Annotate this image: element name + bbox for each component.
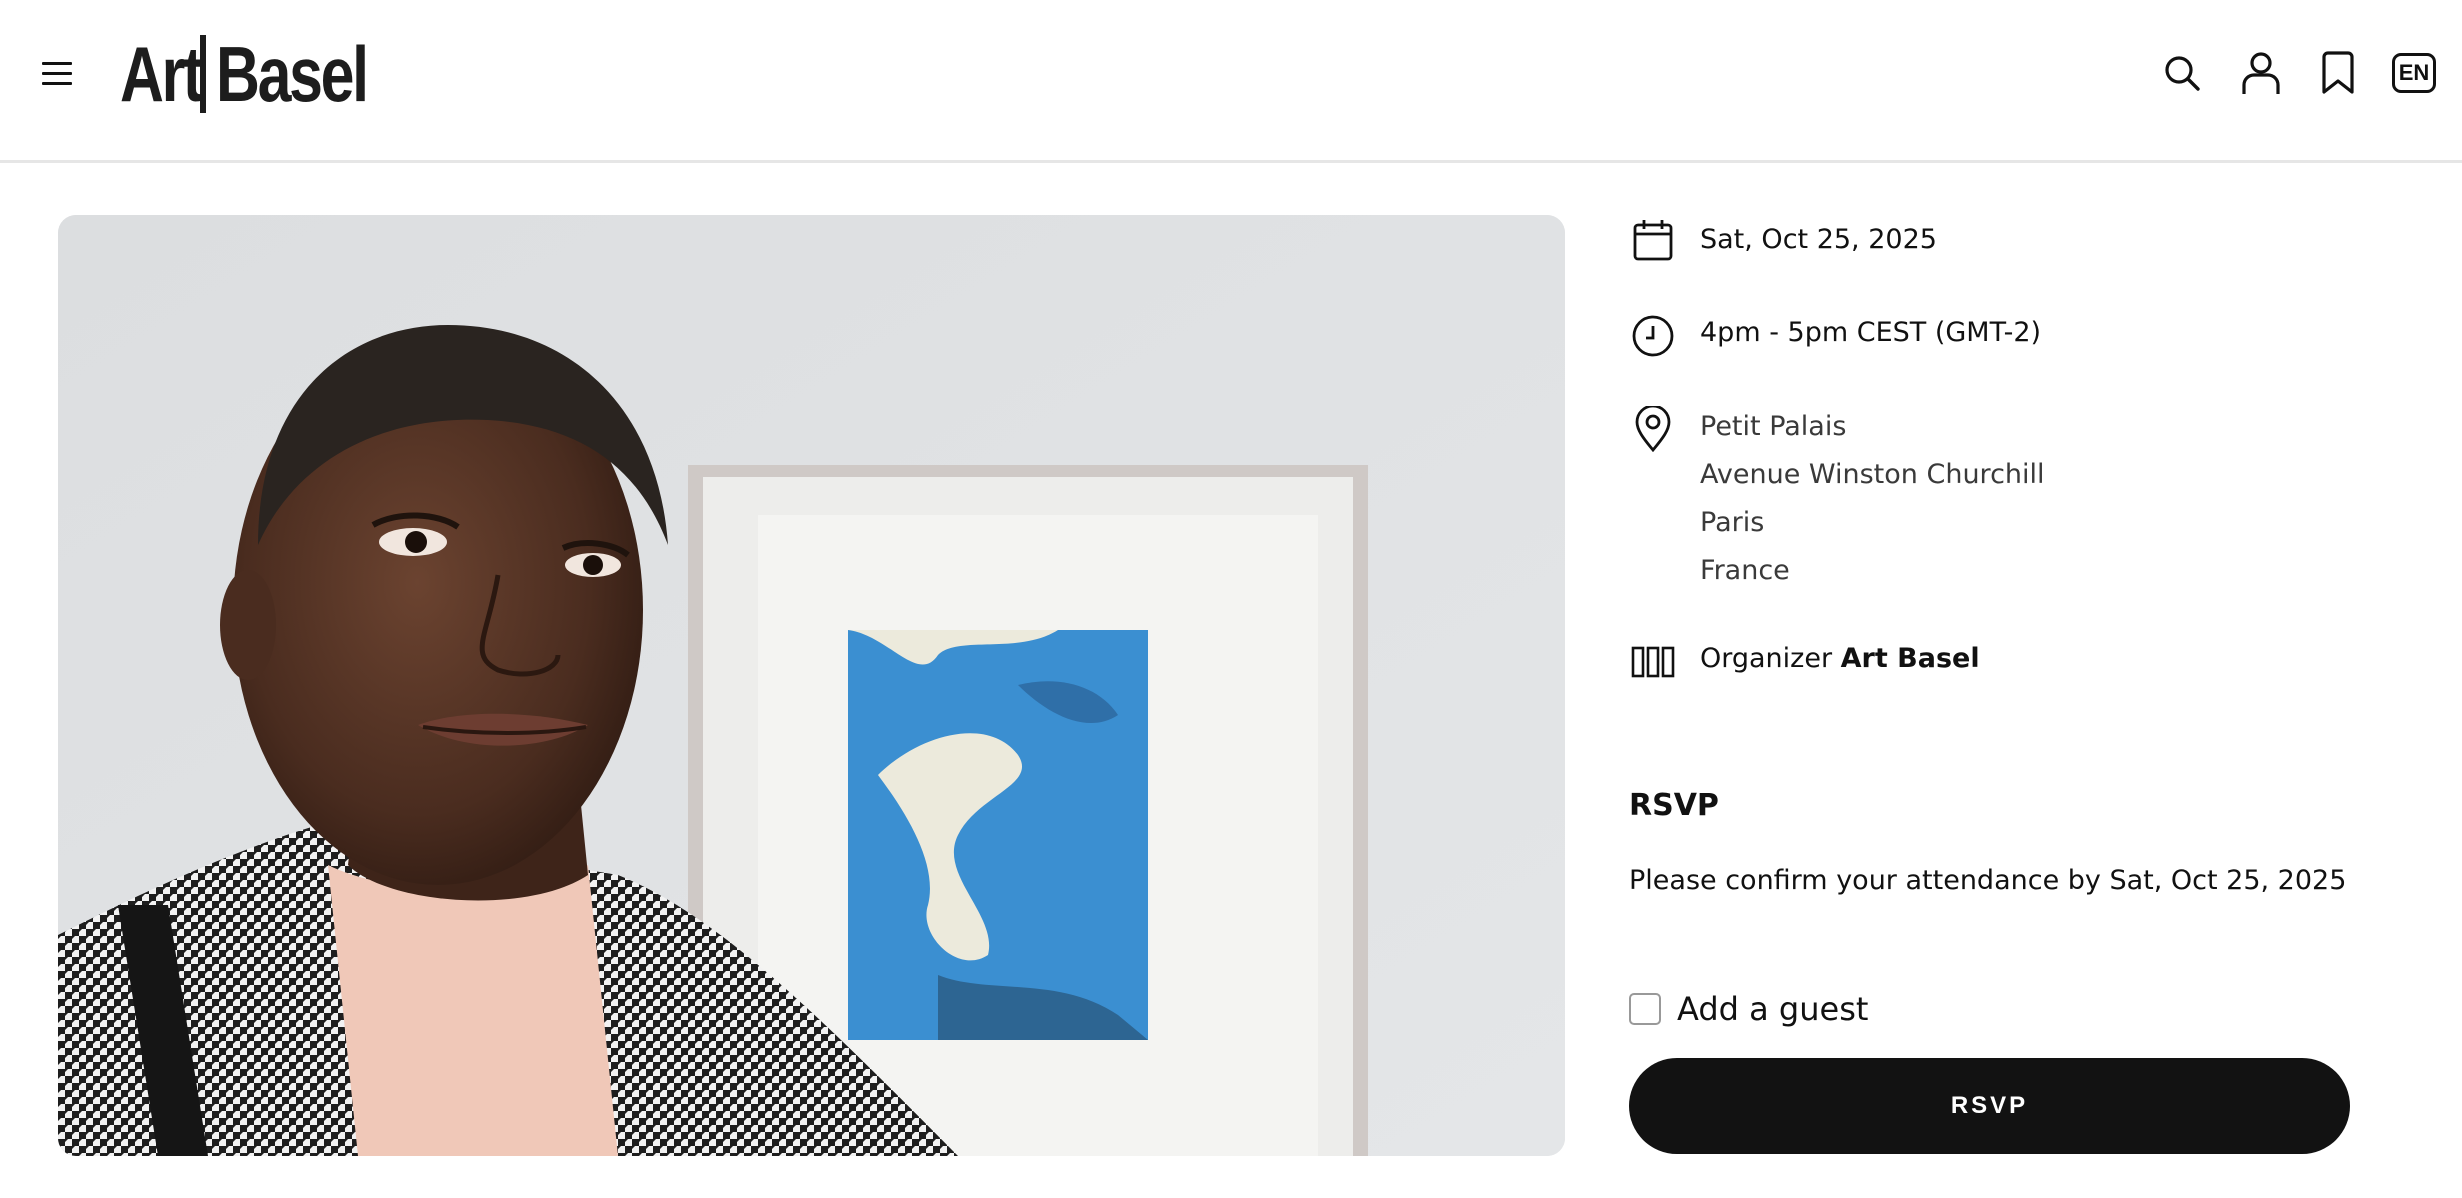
add-guest-label[interactable]: Add a guest <box>1677 990 1868 1028</box>
rsvp-button[interactable]: RSVP <box>1629 1058 2350 1154</box>
art-basel-logo[interactable]: Art Basel <box>120 34 409 114</box>
organizer-label: Organizer <box>1700 643 1833 674</box>
event-address: Petit Palais Avenue Winston Churchill Pa… <box>1700 403 2045 595</box>
rsvp-deadline-note: Please confirm your attendance by Sat, O… <box>1629 865 2347 896</box>
calendar-icon <box>1628 215 1678 265</box>
organizer-name[interactable]: Art Basel <box>1841 643 1980 674</box>
address-line-street: Avenue Winston Churchill <box>1700 459 2045 490</box>
bookmark-icon[interactable] <box>2313 48 2363 98</box>
address-line-venue: Petit Palais <box>1700 411 1847 442</box>
site-header: Art Basel EN <box>0 0 2462 163</box>
event-date: Sat, Oct 25, 2025 <box>1700 224 1937 255</box>
event-time: 4pm - 5pm CEST (GMT-2) <box>1700 317 2042 348</box>
user-icon[interactable] <box>2236 48 2286 98</box>
address-line-city: Paris <box>1700 507 1765 538</box>
logo-word-art: Art <box>120 30 203 118</box>
event-organizer: Organizer Art Basel <box>1700 641 1980 677</box>
portrait-photo <box>58 215 1565 1156</box>
menu-icon[interactable] <box>38 58 78 88</box>
search-icon[interactable] <box>2157 48 2207 98</box>
language-selector[interactable]: EN <box>2392 53 2436 93</box>
rsvp-heading: RSVP <box>1629 788 1719 823</box>
address-line-country: France <box>1700 555 1790 586</box>
event-hero-image <box>58 215 1565 1156</box>
add-guest-option[interactable]: Add a guest <box>1629 990 1868 1028</box>
organizer-icon <box>1628 637 1678 687</box>
add-guest-checkbox[interactable] <box>1629 993 1661 1025</box>
location-pin-icon <box>1628 404 1678 454</box>
logo-word-basel: Basel <box>216 30 369 118</box>
clock-icon <box>1628 311 1678 361</box>
